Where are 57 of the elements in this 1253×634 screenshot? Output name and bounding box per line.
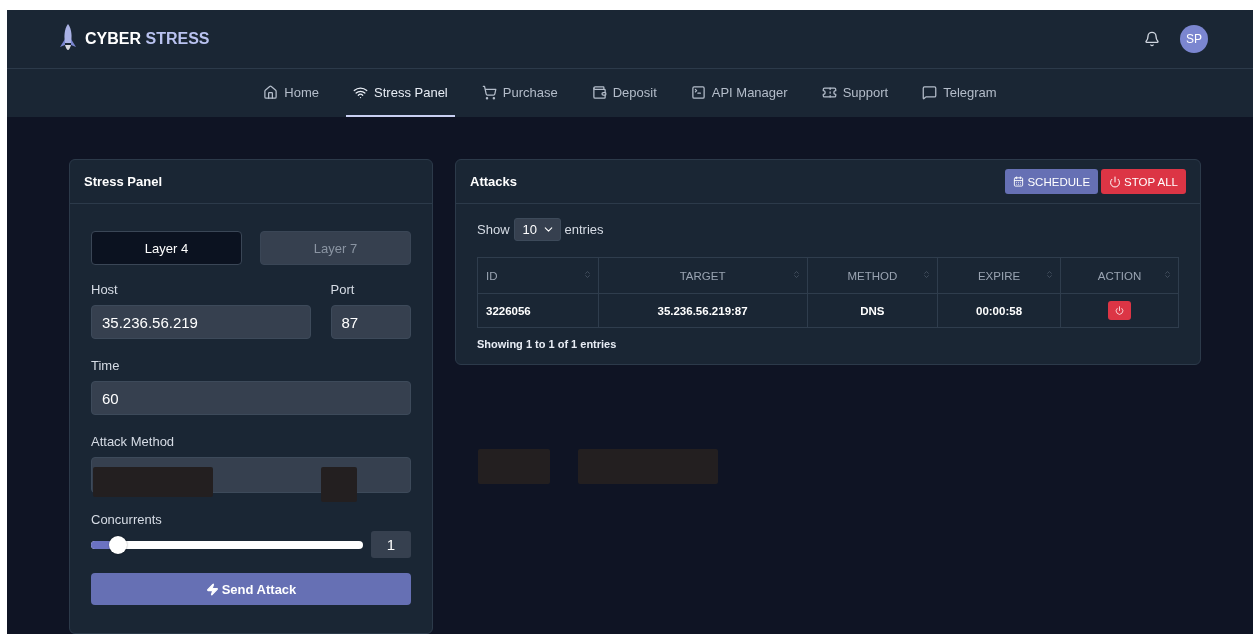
- field-label: Host: [91, 282, 119, 297]
- nav-tab[interactable]: Telegram: [915, 69, 1004, 117]
- calendar-icon: [1013, 176, 1025, 187]
- entries-label: entries: [564, 222, 604, 237]
- concurrents-slider[interactable]: [91, 535, 363, 554]
- host-field[interactable]: 35.236.56.219: [91, 305, 311, 339]
- column-header[interactable]: ACTION: [1060, 257, 1179, 294]
- column-header[interactable]: EXPIRE: [937, 257, 1061, 294]
- ticket-icon: [821, 84, 837, 100]
- show-label: Show: [477, 222, 510, 237]
- notification-bell-icon[interactable]: [1144, 31, 1160, 48]
- redaction-block: [321, 467, 357, 502]
- column-header[interactable]: METHOD: [807, 257, 938, 294]
- sort-icon: [1163, 270, 1172, 279]
- home-icon: [263, 84, 279, 100]
- stop-all-button[interactable]: STOP ALL: [1101, 169, 1186, 194]
- nav-tab[interactable]: Support: [814, 69, 896, 117]
- sort-icon: [1045, 270, 1055, 279]
- page-size-select[interactable]: 10: [513, 218, 561, 241]
- nav-tab[interactable]: API Manager: [683, 69, 795, 117]
- column-header[interactable]: TARGET: [598, 257, 808, 294]
- stop-button[interactable]: [1108, 301, 1131, 320]
- field-label: Attack Method: [91, 434, 176, 449]
- sort-icon: [582, 270, 592, 279]
- card-title: Attacks: [470, 174, 517, 189]
- chat-icon: [922, 84, 938, 100]
- schedule-button[interactable]: SCHEDULE: [1005, 169, 1099, 194]
- nav-tab[interactable]: Stress Panel: [346, 69, 455, 117]
- field-label: Time: [91, 358, 121, 373]
- lightning-icon: [205, 582, 219, 596]
- table-cell: 3226056: [477, 293, 599, 328]
- entries-info: Showing 1 to 1 of 1 entries: [477, 338, 618, 350]
- port-field[interactable]: 87: [330, 305, 411, 339]
- table-cell: DNS: [807, 293, 938, 328]
- power-icon: [1109, 175, 1122, 188]
- nav-tab[interactable]: Purchase: [474, 69, 565, 117]
- sort-icon: [791, 270, 801, 279]
- send-attack-button[interactable]: Send Attack: [91, 573, 411, 605]
- table-cell: 00:00:58: [937, 293, 1061, 328]
- field-label: Concurrents: [91, 512, 163, 527]
- slider-thumb[interactable]: [109, 535, 128, 554]
- terminal-icon: [690, 84, 706, 100]
- brand-name: CYBER STRESS: [85, 30, 210, 49]
- power-icon: [1115, 306, 1124, 315]
- layer-tab[interactable]: Layer 4: [91, 231, 242, 265]
- time-field[interactable]: 60: [91, 381, 411, 415]
- field-label: Port: [330, 282, 356, 297]
- column-header[interactable]: ID: [477, 257, 599, 294]
- concurrents-value: 1: [371, 531, 411, 558]
- nav-tab[interactable]: Deposit: [584, 69, 664, 117]
- cart-icon: [481, 84, 497, 100]
- wallet-icon: [591, 84, 607, 100]
- wifi-icon: [353, 84, 369, 100]
- card-title: Stress Panel: [84, 174, 163, 189]
- sort-icon: [922, 270, 932, 279]
- nav-tab[interactable]: Home: [256, 69, 327, 117]
- table-cell: 35.236.56.219:87: [598, 293, 808, 328]
